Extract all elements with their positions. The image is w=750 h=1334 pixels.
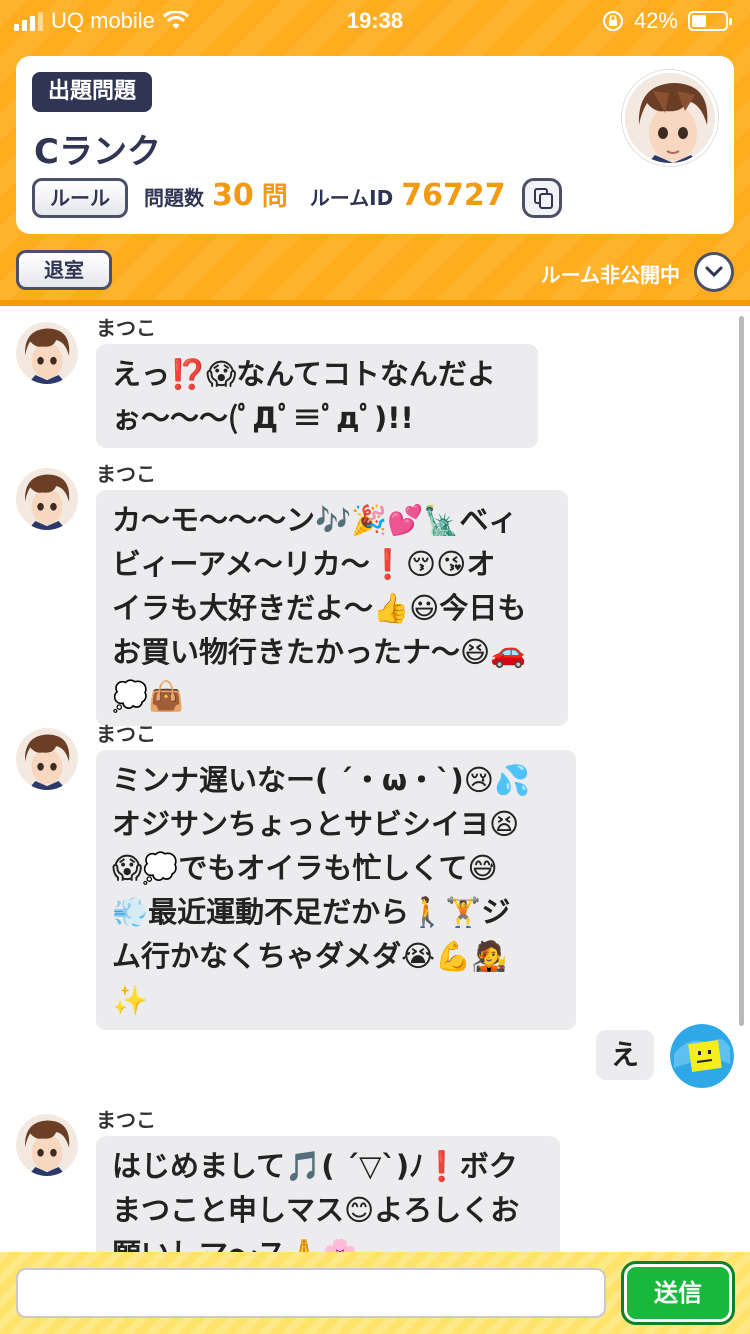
message-line: 願いしマ〜ス🙏🌸 (112, 1232, 544, 1252)
room-info-card: 出題問題 Cランク ルール 問題数 30 問 ルームID 76727 (16, 56, 734, 234)
message-bubble: カ〜モ〜〜〜ン🎶🎉💕🗽ベィ ビィーアメ〜リカ〜❗️😚😘オ イラも大好きだよ〜👍😃… (96, 490, 568, 726)
question-count-label: 問題数 (144, 186, 204, 210)
room-id: 76727 (401, 178, 506, 213)
room-visibility-status: ルーム非公開中 (540, 263, 680, 287)
message-line: ミンナ遅いなー( ´・ω・`)😢💦 (112, 763, 531, 797)
message-line: ✨ (112, 983, 149, 1017)
send-button[interactable]: 送信 (621, 1261, 735, 1325)
chat-scrollbar[interactable] (739, 316, 744, 1026)
room-header: UQ mobile 19:38 42% 出題問題 Cランク ルール 問題数 30… (0, 0, 750, 306)
avatar (16, 1114, 78, 1176)
message-line: えっ⁉️😱なんてコトなんだよ (112, 357, 496, 391)
rule-button[interactable]: ルール (32, 178, 128, 218)
message-line: オジサンちょっとサビシイヨ😫 (112, 807, 520, 841)
question-unit: 問 (261, 182, 288, 212)
message-sender: まつこ (96, 316, 156, 340)
host-avatar (622, 70, 718, 166)
message-line: 💭👜 (112, 679, 185, 713)
chevron-down-icon (705, 266, 723, 278)
message-line: ぉ〜〜〜(ﾟДﾟ≡ﾟдﾟ)!! (112, 401, 414, 435)
message-bubble: はじめまして🎵( ´▽`)ﾉ❗️ボク まつこと申しマス😊よろしくお 願いしマ〜ス… (96, 1136, 560, 1252)
message-line: はじめまして🎵( ´▽`)ﾉ❗️ボク (112, 1149, 518, 1183)
chat-log[interactable]: まつこ えっ⁉️😱なんてコトなんだよ ぉ〜〜〜(ﾟДﾟ≡ﾟдﾟ)!! まつこ カ… (0, 306, 750, 1252)
message-line: カ〜モ〜〜〜ン🎶🎉💕🗽ベィ (112, 503, 518, 537)
room-id-label: ルームID (309, 186, 394, 210)
avatar (16, 468, 78, 530)
message-sender: まつこ (96, 1108, 156, 1132)
composer-bar: 送信 (0, 1252, 750, 1334)
question-type-tag: 出題問題 (32, 72, 153, 112)
message-sender: まつこ (96, 462, 156, 486)
copy-room-id-button[interactable] (522, 178, 562, 218)
question-count: 30 (212, 178, 254, 213)
my-avatar (670, 1024, 734, 1088)
battery-icon (688, 11, 732, 31)
status-bar: UQ mobile 19:38 42% (0, 0, 750, 42)
battery-percent: 42% (633, 8, 678, 33)
my-message-bubble: え (596, 1030, 654, 1080)
message-line: お買い物行きたかったナ〜😆🚗 (112, 635, 527, 669)
expand-header-button[interactable] (694, 252, 734, 292)
message-line: 😱💭でもオイラも忙しくて😅 (112, 851, 498, 885)
message-input[interactable] (16, 1268, 606, 1318)
message-line: ム行かなくちゃダメダ😭💪🧑‍🎤 (112, 939, 508, 973)
message-line: まつこと申しマス😊よろしくお (112, 1193, 520, 1227)
room-rank: Cランク (34, 132, 161, 172)
message-line: 💨最近運動不足だから🚶🏋️ジ (112, 895, 511, 929)
message-sender: まつこ (96, 722, 156, 746)
message-bubble: ミンナ遅いなー( ´・ω・`)😢💦 オジサンちょっとサビシイヨ😫 😱💭でもオイラ… (96, 750, 576, 1030)
rotation-lock-icon (602, 11, 623, 31)
avatar (16, 728, 78, 790)
message-line: イラも大好きだよ〜👍😃今日も (112, 591, 527, 625)
avatar (16, 322, 78, 384)
exit-room-button[interactable]: 退室 (16, 250, 112, 290)
room-meta: 問題数 30 問 ルームID 76727 (144, 176, 506, 213)
message-bubble: えっ⁉️😱なんてコトなんだよ ぉ〜〜〜(ﾟДﾟ≡ﾟдﾟ)!! (96, 344, 538, 448)
message-line: ビィーアメ〜リカ〜❗️😚😘オ (112, 547, 496, 581)
